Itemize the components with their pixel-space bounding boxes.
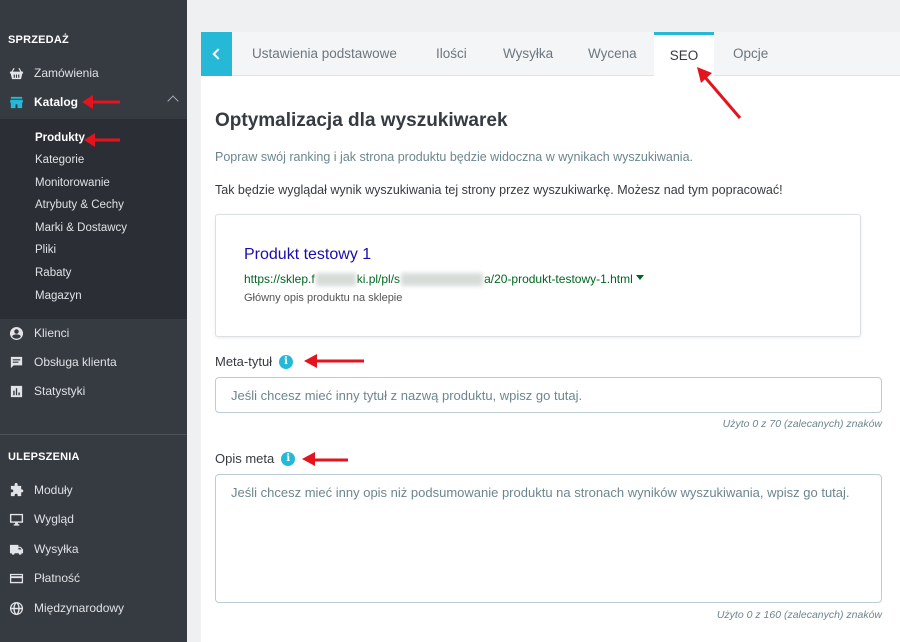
credit-card-icon [8,570,24,586]
sidebar-item-statistics[interactable]: Statystyki [0,378,187,404]
submenu-item-files[interactable]: Pliki [35,244,56,256]
meta-description-counter: Użyto 0 z 160 (zalecanych) znaków [716,609,882,621]
sidebar-item-customer-service[interactable]: Obsługa klienta [0,349,187,375]
tab-basic-settings[interactable]: Ustawienia podstawowe [252,32,397,76]
sidebar-item-orders[interactable]: Zamówienia [0,60,187,86]
chevron-left-icon [212,48,224,60]
submenu-item-discounts[interactable]: Rabaty [35,267,71,279]
sidebar-item-label: Międzynarodowy [34,601,125,615]
bar-chart-icon [8,383,24,399]
submenu-item-categories[interactable]: Kategorie [35,154,84,166]
preview-description: Główny opis produktu na sklepie [244,292,403,304]
truck-icon [8,541,24,557]
seo-intro-text: Popraw swój ranking i jak strona produkt… [215,150,694,164]
submenu-item-products[interactable]: Produkty [35,132,85,144]
annotation-arrow [697,67,742,119]
sidebar-divider [0,434,187,435]
sidebar-item-modules[interactable]: Moduły [0,477,187,503]
annotation-arrow [302,452,348,466]
redacted-blur [401,272,484,286]
store-icon [8,94,24,110]
submenu-item-monitoring[interactable]: Monitorowanie [35,177,110,189]
sidebar-item-customers[interactable]: Klienci [0,320,187,346]
globe-icon [8,600,24,616]
puzzle-icon [8,482,24,498]
sidebar-item-label: Wysyłka [34,542,79,556]
shopping-basket-icon [8,65,24,81]
sidebar-item-label: Obsługa klienta [34,355,117,369]
annotation-arrow [304,354,364,368]
product-tabs: Ustawienia podstawowe Ilości Wysyłka Wyc… [201,32,900,76]
sidebar-item-label: Klienci [34,326,70,340]
annotation-arrow [84,133,120,147]
meta-title-label-text: Meta-tytuł [215,354,273,369]
annotation-arrow [82,95,120,109]
account-circle-icon [8,325,24,341]
sidebar-item-label: Płatność [34,571,81,585]
sidebar-item-label: Statystyki [34,384,86,398]
sidebar-item-shipping[interactable]: Wysyłka [0,536,187,562]
meta-description-label: Opis meta i [215,451,296,466]
tab-shipping[interactable]: Wysyłka [503,32,553,76]
chat-icon [8,354,24,370]
tabs-back-button[interactable] [201,32,232,76]
chevron-up-icon [167,95,179,107]
info-icon[interactable]: i [279,354,294,369]
preview-url-part: a/20-produkt-testowy-1.html [484,272,633,286]
info-icon[interactable]: i [281,451,296,466]
meta-title-label: Meta-tytuł i [215,354,294,369]
tab-quantities[interactable]: Ilości [436,32,467,76]
monitor-icon [8,511,24,527]
meta-description-textarea[interactable]: Jeśli chcesz mieć inny opis niż podsumow… [215,474,882,603]
preview-url-part: https://sklep.f [244,272,315,286]
catalog-submenu: Produkty Kategorie Monitorowanie Atrybut… [0,119,187,319]
search-result-preview: Produkt testowy 1 https://sklep.f ki.pl/p… [215,214,861,337]
submenu-item-attributes[interactable]: Atrybuty & Cechy [35,199,124,211]
preview-url-part: ki.pl/pl/s [356,272,401,286]
sidebar-item-label: Wygląd [34,512,74,526]
preview-url: https://sklep.f ki.pl/pl/s a/20-produkt-te… [244,272,644,286]
improvements-section-title: ULEPSZENIA [8,451,80,463]
redacted-blur [315,272,356,286]
meta-title-counter: Użyto 0 z 70 (zalecanych) znaków [722,418,882,430]
main-content: Ustawienia podstawowe Ilości Wysyłka Wyc… [187,0,900,642]
preview-intro-text: Tak będzie wyglądał wynik wyszukiwania t… [215,183,783,197]
preview-title: Produkt testowy 1 [244,246,372,263]
sidebar-item-international[interactable]: Międzynarodowy [0,595,187,621]
meta-description-label-text: Opis meta [215,451,275,466]
submenu-item-brands[interactable]: Marki & Dostawcy [35,222,127,234]
sales-section-title: SPRZEDAŻ [8,34,69,46]
caret-down-icon [635,274,644,280]
sidebar-item-label: Moduły [34,483,73,497]
sidebar-item-appearance[interactable]: Wygląd [0,506,187,532]
tab-pricing[interactable]: Wycena [588,32,637,76]
sidebar-item-label: Zamówienia [34,66,99,80]
meta-title-input[interactable]: Jeśli chcesz mieć inny tytuł z nazwą pro… [215,377,882,413]
submenu-item-stock[interactable]: Magazyn [35,290,82,302]
sidebar-item-label: Katalog [34,95,79,109]
sidebar-item-payment[interactable]: Płatność [0,565,187,591]
page-title: Optymalizacja dla wyszukiwarek [215,110,508,131]
